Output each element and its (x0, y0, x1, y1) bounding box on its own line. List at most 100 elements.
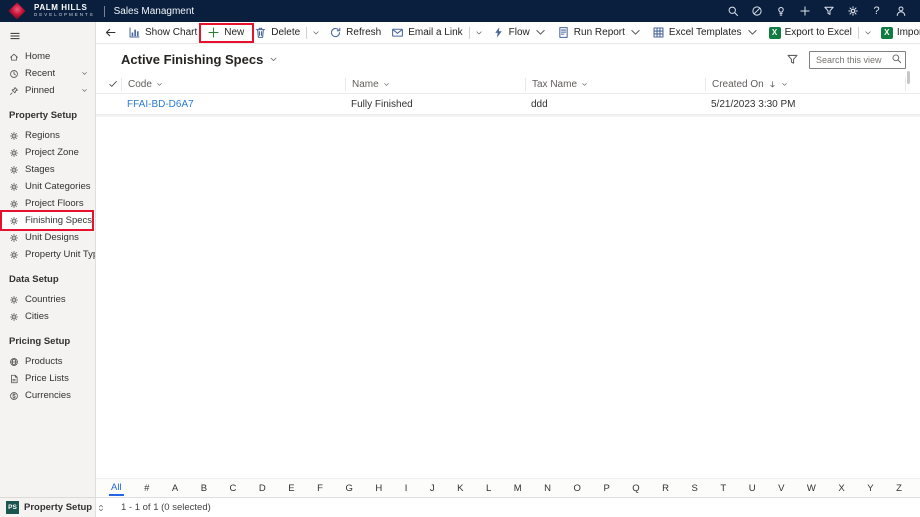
settings-gear-icon[interactable] (846, 5, 859, 18)
sidebar-item-recent[interactable]: Recent (0, 65, 95, 82)
circle-slash-icon[interactable] (750, 5, 763, 18)
jump-letter-r[interactable]: R (660, 482, 671, 495)
excel-templates-button[interactable]: Excel Templates (647, 22, 764, 43)
sidebar-item-regions[interactable]: Regions (0, 127, 95, 144)
table-row[interactable]: FFAI-BD-D6A7 Fully Finished ddd 5/21/202… (96, 94, 920, 115)
entity-gear-icon (9, 250, 19, 260)
spreadsheet-grid-icon (652, 26, 665, 39)
jump-letter-i[interactable]: I (403, 482, 410, 495)
sidebar-item-currencies[interactable]: Currencies (0, 387, 95, 404)
trash-icon (254, 26, 267, 39)
filter-funnel-icon[interactable] (786, 53, 799, 66)
products-label: Products (25, 356, 63, 367)
help-icon[interactable]: ? (870, 5, 883, 18)
flow-button[interactable]: Flow (487, 22, 552, 43)
sort-descending-icon (768, 80, 777, 89)
email-a-link-button[interactable]: Email a Link (386, 22, 467, 43)
jump-letter-o[interactable]: O (572, 482, 583, 495)
area-initials-badge: PS (6, 501, 19, 514)
jump-letter-q[interactable]: Q (630, 482, 641, 495)
sidebar-item-price-lists[interactable]: Price Lists (0, 370, 95, 387)
jump-letter-s[interactable]: S (690, 482, 700, 495)
export-more-chevron-icon[interactable] (860, 22, 876, 43)
view-selector-chevron-icon[interactable] (269, 55, 278, 64)
app-name[interactable]: Sales Managment (114, 6, 195, 17)
view-header: Active Finishing Specs (96, 44, 920, 70)
jump-letter-f[interactable]: F (315, 482, 325, 495)
sidebar-item-countries[interactable]: Countries (0, 291, 95, 308)
lightbulb-icon[interactable] (774, 5, 787, 18)
jump-all[interactable]: All (109, 481, 124, 496)
chevron-down-icon[interactable] (81, 87, 88, 94)
chevron-down-icon[interactable] (81, 70, 88, 77)
sidebar-item-project-floors[interactable]: Project Floors (0, 195, 95, 212)
jump-letter-e[interactable]: E (286, 482, 296, 495)
unit-designs-label: Unit Designs (25, 232, 79, 243)
palm-hills-logo[interactable]: PALM HILLS DEVELOPMENTS (0, 2, 95, 20)
jump-letter-l[interactable]: L (484, 482, 493, 495)
jump-letter-d[interactable]: D (257, 482, 268, 495)
jump-letter-t[interactable]: T (718, 482, 728, 495)
jump-hash[interactable]: # (142, 482, 151, 495)
top-navigation-bar: PALM HILLS DEVELOPMENTS Sales Managment … (0, 0, 920, 22)
delete-button[interactable]: Delete (249, 22, 305, 43)
advanced-find-filter-icon[interactable] (822, 5, 835, 18)
sidebar-item-property-unit-types[interactable]: Property Unit Types (0, 246, 95, 263)
brand-subtitle: DEVELOPMENTS (34, 11, 95, 17)
search-icon[interactable] (726, 5, 739, 18)
sidebar-item-project-zone[interactable]: Project Zone (0, 144, 95, 161)
delete-more-chevron-icon[interactable] (308, 22, 324, 43)
view-title[interactable]: Active Finishing Specs (121, 52, 263, 67)
cell-created-on: 5/21/2023 3:30 PM (711, 98, 796, 110)
column-header-name[interactable]: Name (345, 77, 525, 91)
import-from-excel-button[interactable]: Import from Excel (876, 22, 920, 43)
show-chart-button[interactable]: Show Chart (123, 22, 202, 43)
jump-letter-j[interactable]: J (428, 482, 437, 495)
jump-letter-m[interactable]: M (512, 482, 524, 495)
clock-icon (9, 69, 19, 79)
record-link-code[interactable]: FFAI-BD-D6A7 (127, 99, 194, 110)
jump-letter-g[interactable]: G (343, 482, 354, 495)
column-header-code[interactable]: Code (121, 77, 345, 91)
area-switcher[interactable]: PS Property Setup (0, 497, 96, 517)
refresh-icon (329, 26, 342, 39)
jump-letter-x[interactable]: X (836, 482, 846, 495)
jump-letter-c[interactable]: C (228, 482, 239, 495)
sidebar-item-pinned[interactable]: Pinned (0, 82, 95, 99)
jump-letter-v[interactable]: V (776, 482, 786, 495)
refresh-label: Refresh (346, 27, 382, 38)
sidebar-item-unit-categories[interactable]: Unit Categories (0, 178, 95, 195)
jump-letter-z[interactable]: Z (894, 482, 904, 495)
quick-create-plus-icon[interactable] (798, 5, 811, 18)
refresh-button[interactable]: Refresh (324, 22, 386, 43)
search-icon[interactable] (891, 53, 902, 64)
jump-letter-k[interactable]: K (455, 482, 465, 495)
jump-letter-b[interactable]: B (199, 482, 209, 495)
sidebar-item-finishing-specs[interactable]: Finishing Specs (0, 210, 95, 231)
sidebar-item-stages[interactable]: Stages (0, 161, 95, 178)
run-report-button[interactable]: Run Report (552, 22, 647, 43)
jump-letter-a[interactable]: A (170, 482, 180, 495)
column-header-tax-name[interactable]: Tax Name (525, 77, 705, 91)
jump-letter-n[interactable]: N (542, 482, 553, 495)
new-button[interactable]: New (199, 22, 255, 43)
sidebar-item-cities[interactable]: Cities (0, 308, 95, 325)
column-header-created-on[interactable]: Created On (705, 77, 905, 91)
sidebar-item-unit-designs[interactable]: Unit Designs (0, 229, 95, 246)
jump-letter-u[interactable]: U (747, 482, 758, 495)
sidebar-item-products[interactable]: Products (0, 353, 95, 370)
sidebar-item-home[interactable]: Home (0, 48, 95, 65)
vertical-scrollbar[interactable] (907, 71, 910, 84)
status-bar: 1 - 1 of 1 (0 selected) (96, 497, 920, 517)
back-button[interactable] (96, 26, 123, 39)
select-all-checkbox[interactable] (96, 78, 121, 91)
jump-letter-p[interactable]: P (601, 482, 611, 495)
jump-letter-w[interactable]: W (805, 482, 818, 495)
account-person-icon[interactable] (894, 5, 907, 18)
jump-letter-h[interactable]: H (373, 482, 384, 495)
email-more-chevron-icon[interactable] (471, 22, 487, 43)
jump-letter-y[interactable]: Y (865, 482, 875, 495)
sitemap-toggle-button[interactable] (0, 22, 95, 48)
alphabet-jump-bar: All # A B C D E F G H I J K L M N O P Q … (96, 478, 920, 497)
export-to-excel-button[interactable]: Export to Excel (764, 22, 857, 43)
